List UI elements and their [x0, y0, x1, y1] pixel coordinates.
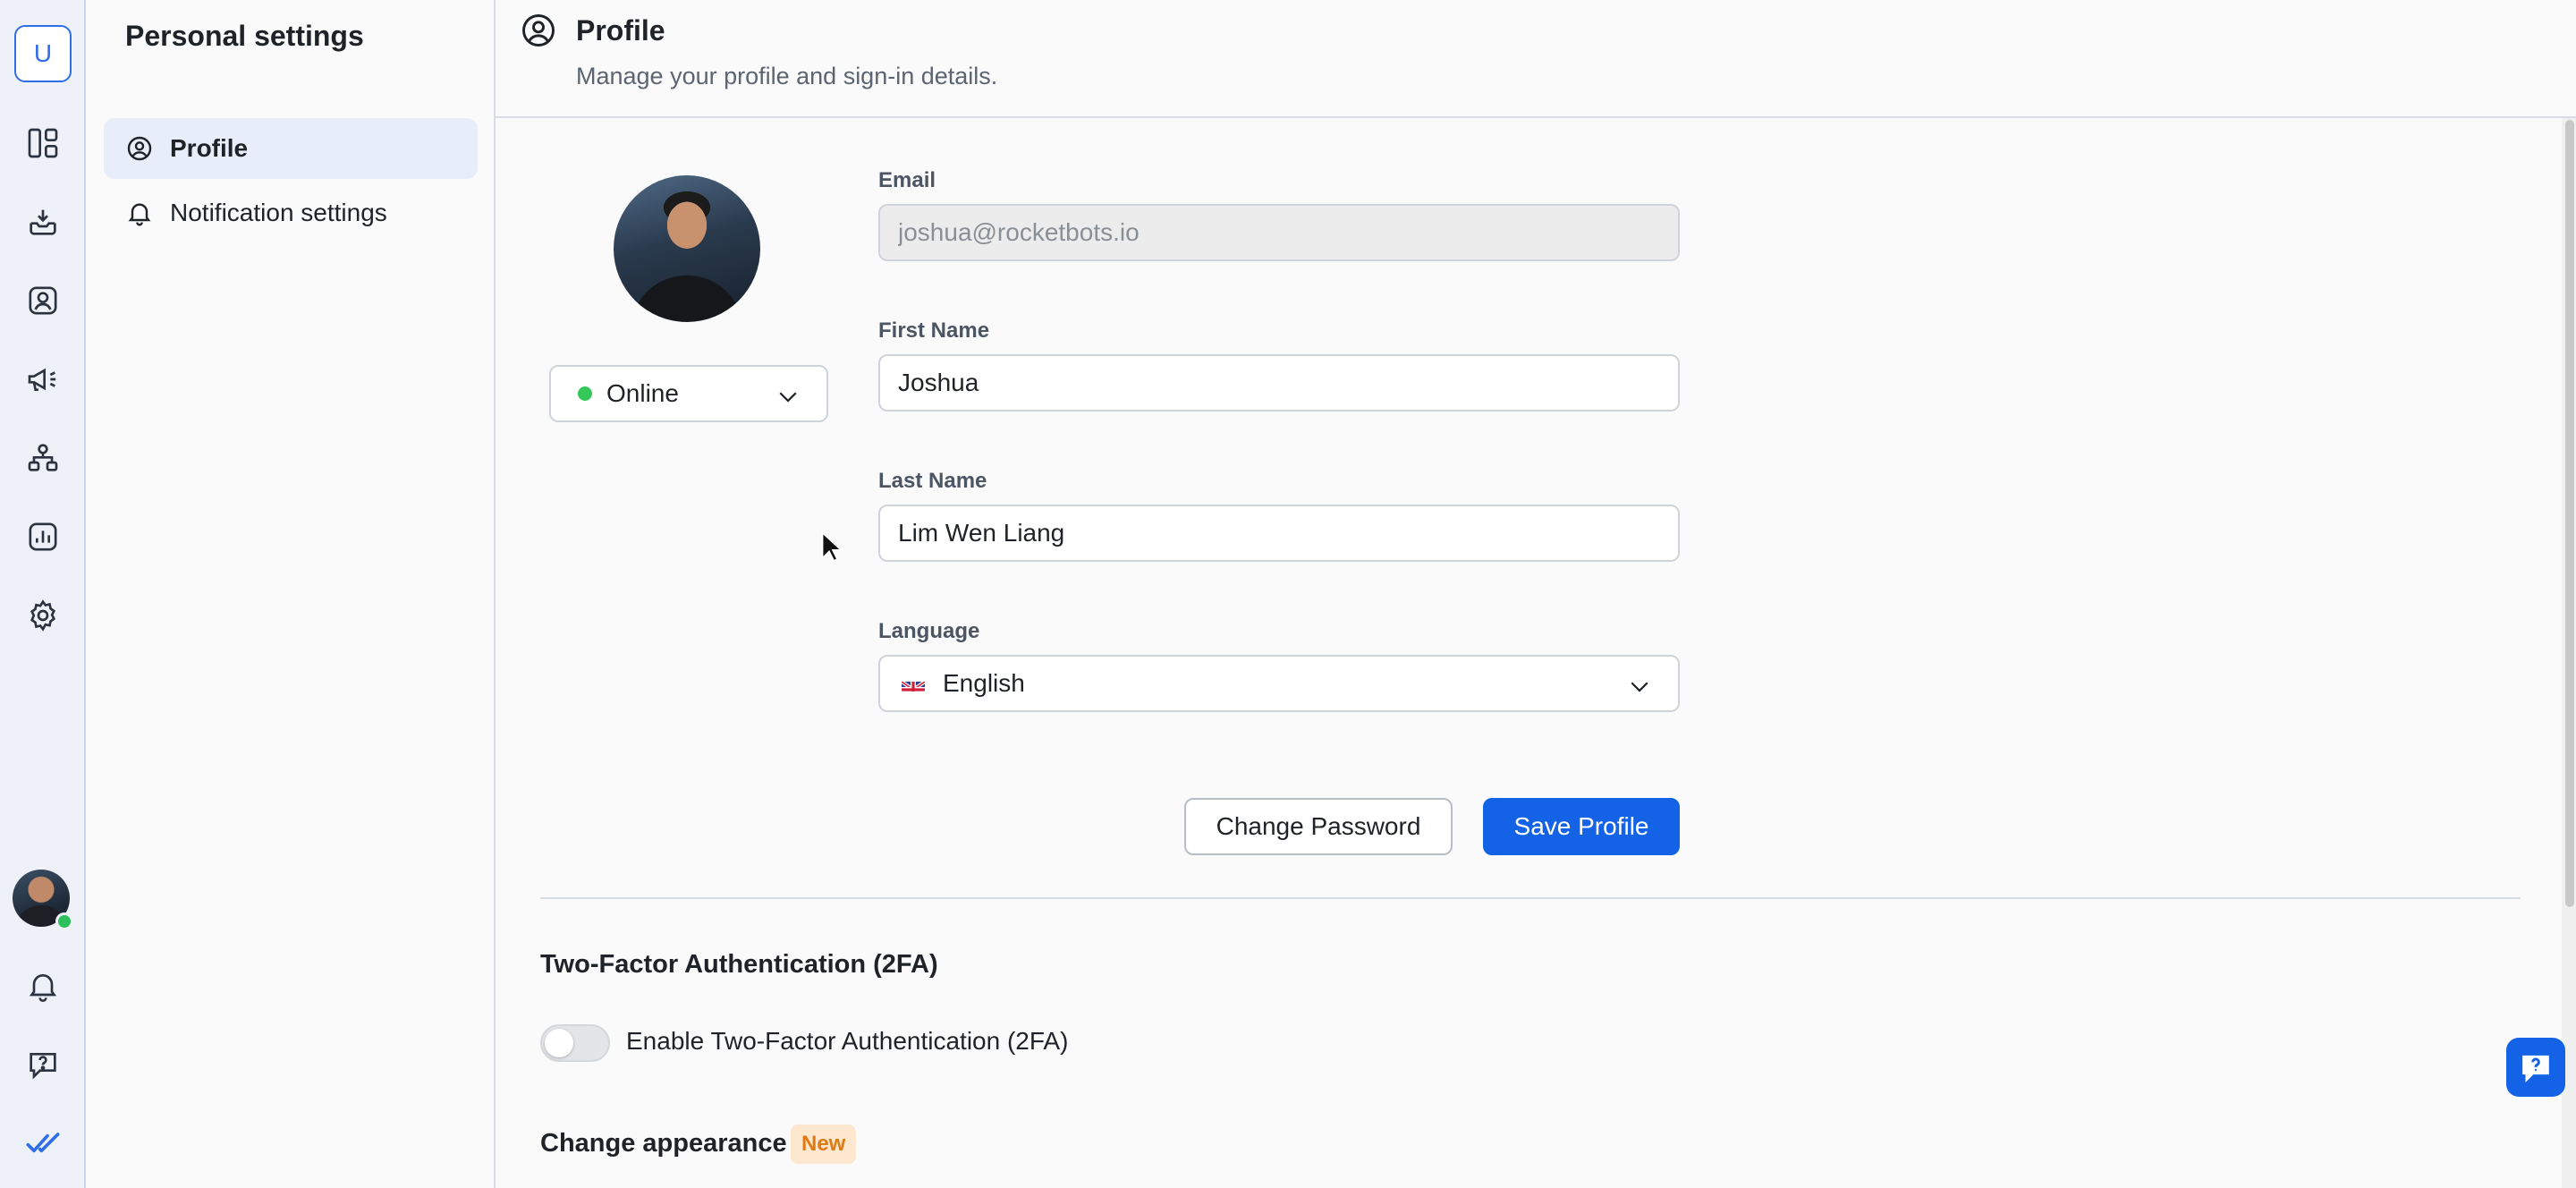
- status-select[interactable]: Online: [549, 365, 828, 422]
- brand-logo-icon[interactable]: [21, 1122, 64, 1165]
- reports-icon[interactable]: [21, 515, 64, 558]
- language-select[interactable]: English: [878, 655, 1680, 712]
- language-label: Language: [878, 619, 980, 643]
- page-subtitle: Manage your profile and sign-in details.: [576, 63, 998, 89]
- settings-sidebar: Personal settings Profile Notification s…: [86, 0, 496, 1188]
- last-name-label: Last Name: [878, 469, 987, 493]
- first-name-label: First Name: [878, 318, 990, 343]
- first-name-field[interactable]: [878, 354, 1680, 412]
- twofa-title: Two-Factor Authentication (2FA): [540, 950, 938, 979]
- sidebar-title: Personal settings: [125, 20, 364, 52]
- inbox-icon[interactable]: [21, 200, 64, 243]
- status-value: Online: [606, 379, 679, 407]
- broadcast-icon[interactable]: [21, 358, 64, 401]
- page-title: Profile: [576, 14, 665, 47]
- app-rail: U: [0, 0, 86, 1188]
- mouse-cursor-icon: [821, 531, 843, 563]
- presence-dot: [55, 912, 73, 930]
- sidebar-item-label: Profile: [170, 134, 249, 162]
- user-circle-icon: [127, 136, 152, 161]
- sidebar-item-profile[interactable]: Profile: [104, 118, 478, 179]
- toggle-knob: [545, 1029, 573, 1057]
- twofa-toggle[interactable]: [540, 1024, 610, 1062]
- bell-icon: [128, 203, 151, 226]
- page-header: Profile Manage your profile and sign-in …: [496, 0, 2576, 118]
- language-value: English: [943, 669, 1025, 697]
- workspace-switcher[interactable]: U: [14, 25, 72, 82]
- help-icon[interactable]: [21, 1043, 64, 1086]
- uk-flag-icon: [902, 675, 925, 692]
- settings-icon[interactable]: [21, 594, 64, 637]
- workflows-icon[interactable]: [21, 437, 64, 479]
- user-avatar[interactable]: [13, 870, 73, 930]
- email-field: [878, 204, 1680, 261]
- sidebar-item-label: Notification settings: [170, 199, 387, 226]
- chat-help-button[interactable]: [2506, 1038, 2565, 1097]
- user-circle-icon: [522, 14, 555, 47]
- chat-question-icon: [2522, 1055, 2549, 1082]
- chevron-down-icon: [779, 392, 797, 403]
- appearance-title: Change appearance: [540, 1129, 787, 1158]
- sidebar-item-notification-settings[interactable]: Notification settings: [104, 182, 478, 243]
- scrollbar-thumb[interactable]: [2565, 120, 2574, 907]
- save-profile-button[interactable]: Save Profile: [1483, 798, 1680, 855]
- main-content: Profile Manage your profile and sign-in …: [496, 0, 2576, 1188]
- new-badge: New: [791, 1124, 857, 1164]
- online-status-dot: [578, 386, 592, 401]
- contacts-icon[interactable]: [21, 279, 64, 322]
- profile-photo[interactable]: [614, 175, 760, 322]
- twofa-toggle-label: Enable Two-Factor Authentication (2FA): [626, 1027, 1069, 1055]
- change-password-button[interactable]: Change Password: [1184, 798, 1453, 855]
- email-label: Email: [878, 168, 936, 192]
- notifications-icon[interactable]: [21, 964, 64, 1007]
- last-name-field[interactable]: [878, 505, 1680, 562]
- section-divider: [540, 897, 2521, 899]
- layout-icon[interactable]: [21, 122, 64, 165]
- chevron-down-icon: [1631, 682, 1648, 692]
